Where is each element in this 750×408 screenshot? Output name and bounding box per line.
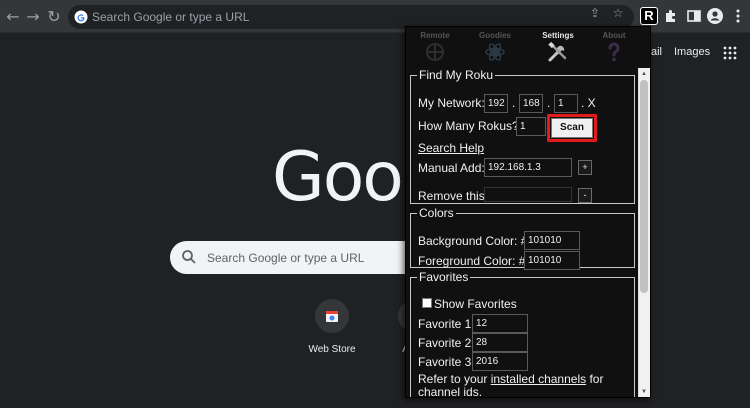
network-octet-1-input[interactable]: 192 <box>484 94 508 113</box>
popup-scrollbar-thumb[interactable] <box>640 80 648 293</box>
favorite-1-label: Favorite 1: <box>418 317 475 331</box>
installed-channels-link[interactable]: installed channels <box>491 372 586 386</box>
favorite-3-label: Favorite 3: <box>418 355 475 369</box>
settings-tools-icon <box>548 41 567 62</box>
favorite-2-input[interactable]: 28 <box>472 333 528 352</box>
tab-label: Remote <box>420 31 450 40</box>
kebab-menu-icon[interactable] <box>729 7 747 25</box>
network-octet-2-input[interactable]: 168 <box>519 94 543 113</box>
star-icon[interactable]: ☆ <box>611 6 625 20</box>
reload-icon[interactable]: ↻ <box>45 8 63 26</box>
favorites-group: Favorites Show Favorites Favorite 1: 12 … <box>410 270 635 398</box>
omnibox-placeholder: Search Google or type a URL <box>92 10 250 24</box>
foreground-color-input[interactable]: 101010 <box>524 251 580 270</box>
ntp-search-placeholder: Search Google or type a URL <box>207 251 365 265</box>
refer-text: Refer to your installed channels for <box>418 372 603 386</box>
apps-grid-icon[interactable] <box>723 46 737 60</box>
tab-goodies[interactable]: Goodies <box>470 31 520 63</box>
remove-button[interactable]: - <box>578 188 592 203</box>
my-network-label: My Network: <box>418 96 485 110</box>
find-my-roku-group: Find My Roku My Network: 192 . 168 . 1 .… <box>410 68 635 204</box>
roku-extension-popup: Remote Goodies Settings About Find My Ro… <box>405 26 651 398</box>
images-link[interactable]: Images <box>674 46 710 58</box>
profile-icon[interactable] <box>706 7 724 25</box>
last-octet-x: . X <box>581 96 596 110</box>
background-color-label: Background Color: # <box>418 234 528 248</box>
network-octet-3-input[interactable]: 1 <box>554 94 578 113</box>
scroll-up-arrow-icon[interactable]: ▲ <box>638 68 650 80</box>
remove-this-select[interactable] <box>484 187 572 202</box>
show-favorites-label: Show Favorites <box>434 297 517 311</box>
remote-icon <box>426 43 444 61</box>
tab-about[interactable]: About <box>589 31 639 63</box>
back-arrow-icon[interactable]: ← <box>4 8 22 26</box>
roku-extension-letter: R <box>641 8 657 24</box>
search-icon <box>182 250 196 264</box>
about-question-icon <box>608 42 620 62</box>
search-help-link[interactable]: Search Help <box>418 141 484 155</box>
foreground-color-label: Foreground Color: # <box>418 254 526 268</box>
scan-highlight-box <box>547 114 597 142</box>
goodies-icon <box>485 43 505 61</box>
tab-remote[interactable]: Remote <box>410 31 460 63</box>
octet-dot: . <box>512 96 516 110</box>
web-store-icon <box>315 299 349 333</box>
tab-label: Settings <box>542 31 574 40</box>
tab-settings[interactable]: Settings <box>533 31 583 63</box>
remove-this-label: Remove this: <box>418 189 489 203</box>
puzzle-icon[interactable] <box>662 7 680 25</box>
colors-group: Colors Background Color: # 101010 Foregr… <box>410 206 635 270</box>
shortcut-label: Web Store <box>308 344 356 355</box>
tab-label: About <box>602 31 626 40</box>
show-favorites-checkbox[interactable] <box>422 298 432 308</box>
scroll-down-arrow-icon[interactable]: ▼ <box>638 386 650 397</box>
octet-dot: . <box>547 96 551 110</box>
sidepanel-icon[interactable] <box>685 7 703 25</box>
ntp-search-box[interactable]: Search Google or type a URL <box>170 241 420 274</box>
manual-add-label: Manual Add: <box>418 161 485 175</box>
manual-add-input[interactable]: 192.168.1.3 <box>484 158 572 177</box>
favorites-legend: Favorites <box>419 270 469 284</box>
shortcut-web-store[interactable]: Web Store <box>292 299 372 355</box>
forward-arrow-icon[interactable]: → <box>24 8 42 26</box>
colors-legend: Colors <box>419 206 454 220</box>
gmail-link[interactable]: ail <box>651 46 662 58</box>
popup-tab-bar: Remote Goodies Settings About <box>406 27 638 68</box>
google-g-icon <box>74 10 88 24</box>
share-icon[interactable]: ⇪ <box>588 6 602 20</box>
refer-after: for <box>589 372 604 386</box>
tab-label: Goodies <box>478 31 511 40</box>
background-color-input[interactable]: 101010 <box>524 231 580 250</box>
find-my-roku-legend: Find My Roku <box>419 68 494 82</box>
how-many-rokus-label: How Many Rokus? <box>418 119 519 133</box>
how-many-rokus-input[interactable]: 1 <box>516 117 546 136</box>
roku-extension-button[interactable]: R <box>640 7 658 25</box>
manual-add-button[interactable]: + <box>578 160 592 175</box>
refer-text-line2: channel ids. <box>418 385 483 398</box>
refer-before: Refer to your <box>418 372 488 386</box>
favorite-2-label: Favorite 2: <box>418 336 475 350</box>
favorite-3-input[interactable]: 2016 <box>472 352 528 371</box>
favorite-1-input[interactable]: 12 <box>472 314 528 333</box>
